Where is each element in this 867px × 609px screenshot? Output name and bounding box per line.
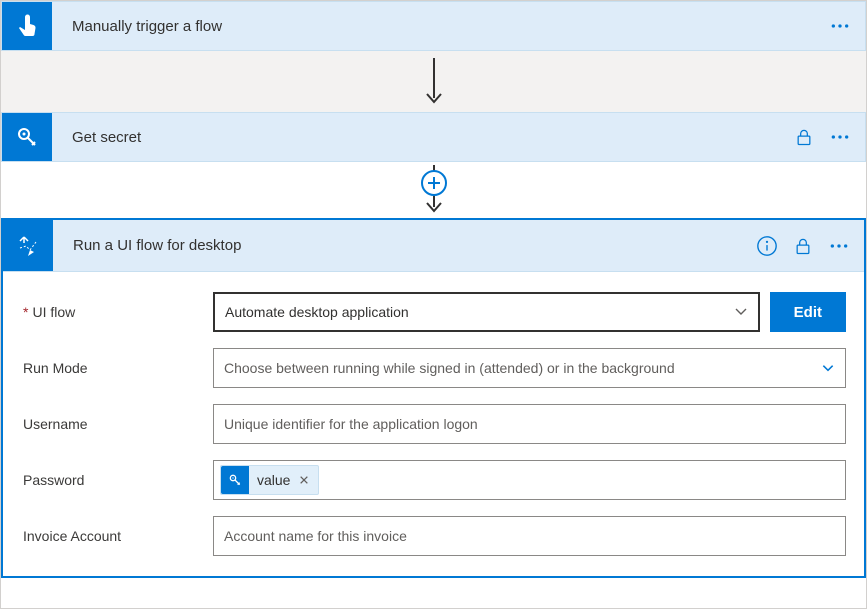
keyvault-icon xyxy=(2,113,52,161)
uiflow-select-value: Automate desktop application xyxy=(225,304,724,320)
step-get-secret[interactable]: Get secret xyxy=(1,112,866,162)
remove-token-icon[interactable] xyxy=(298,474,310,486)
form-body: *UI flow Automate desktop application Ed… xyxy=(3,272,864,576)
connector-arrow xyxy=(1,162,866,218)
row-uiflow: *UI flow Automate desktop application Ed… xyxy=(23,292,846,332)
label-password: Password xyxy=(23,472,213,488)
password-input[interactable]: value xyxy=(213,460,846,500)
username-placeholder: Unique identifier for the application lo… xyxy=(224,416,835,432)
more-icon[interactable] xyxy=(829,15,851,37)
invoice-placeholder: Account name for this invoice xyxy=(224,528,835,544)
step-title: Get secret xyxy=(52,129,779,146)
step-title: Run a UI flow for desktop xyxy=(53,237,742,254)
chevron-down-icon xyxy=(821,361,835,375)
step-title: Manually trigger a flow xyxy=(52,18,815,35)
password-token[interactable]: value xyxy=(220,465,319,495)
chevron-down-icon xyxy=(734,305,748,319)
runmode-select[interactable]: Choose between running while signed in (… xyxy=(213,348,846,388)
step-run-ui-flow: Run a UI flow for desktop *UI flow Autom… xyxy=(1,218,866,578)
more-icon[interactable] xyxy=(829,126,851,148)
username-input[interactable]: Unique identifier for the application lo… xyxy=(213,404,846,444)
row-runmode: Run Mode Choose between running while si… xyxy=(23,348,846,388)
label-uiflow: *UI flow xyxy=(23,304,213,320)
connector-arrow xyxy=(1,51,866,112)
row-password: Password value xyxy=(23,460,846,500)
add-step-button[interactable] xyxy=(421,170,447,196)
uiflow-select[interactable]: Automate desktop application xyxy=(213,292,760,332)
touch-icon xyxy=(2,2,52,50)
token-label: value xyxy=(257,472,290,488)
edit-button[interactable]: Edit xyxy=(770,292,846,332)
label-invoice: Invoice Account xyxy=(23,528,213,544)
lock-icon[interactable] xyxy=(792,235,814,257)
keyvault-icon xyxy=(221,466,249,494)
row-username: Username Unique identifier for the appli… xyxy=(23,404,846,444)
row-invoice: Invoice Account Account name for this in… xyxy=(23,516,846,556)
uiflow-icon xyxy=(3,220,53,271)
info-icon[interactable] xyxy=(756,235,778,257)
step-manual-trigger[interactable]: Manually trigger a flow xyxy=(1,1,866,51)
invoice-input[interactable]: Account name for this invoice xyxy=(213,516,846,556)
label-runmode: Run Mode xyxy=(23,360,213,376)
runmode-placeholder: Choose between running while signed in (… xyxy=(224,360,811,376)
lock-icon[interactable] xyxy=(793,126,815,148)
label-username: Username xyxy=(23,416,213,432)
more-icon[interactable] xyxy=(828,235,850,257)
step-header[interactable]: Run a UI flow for desktop xyxy=(3,220,864,272)
